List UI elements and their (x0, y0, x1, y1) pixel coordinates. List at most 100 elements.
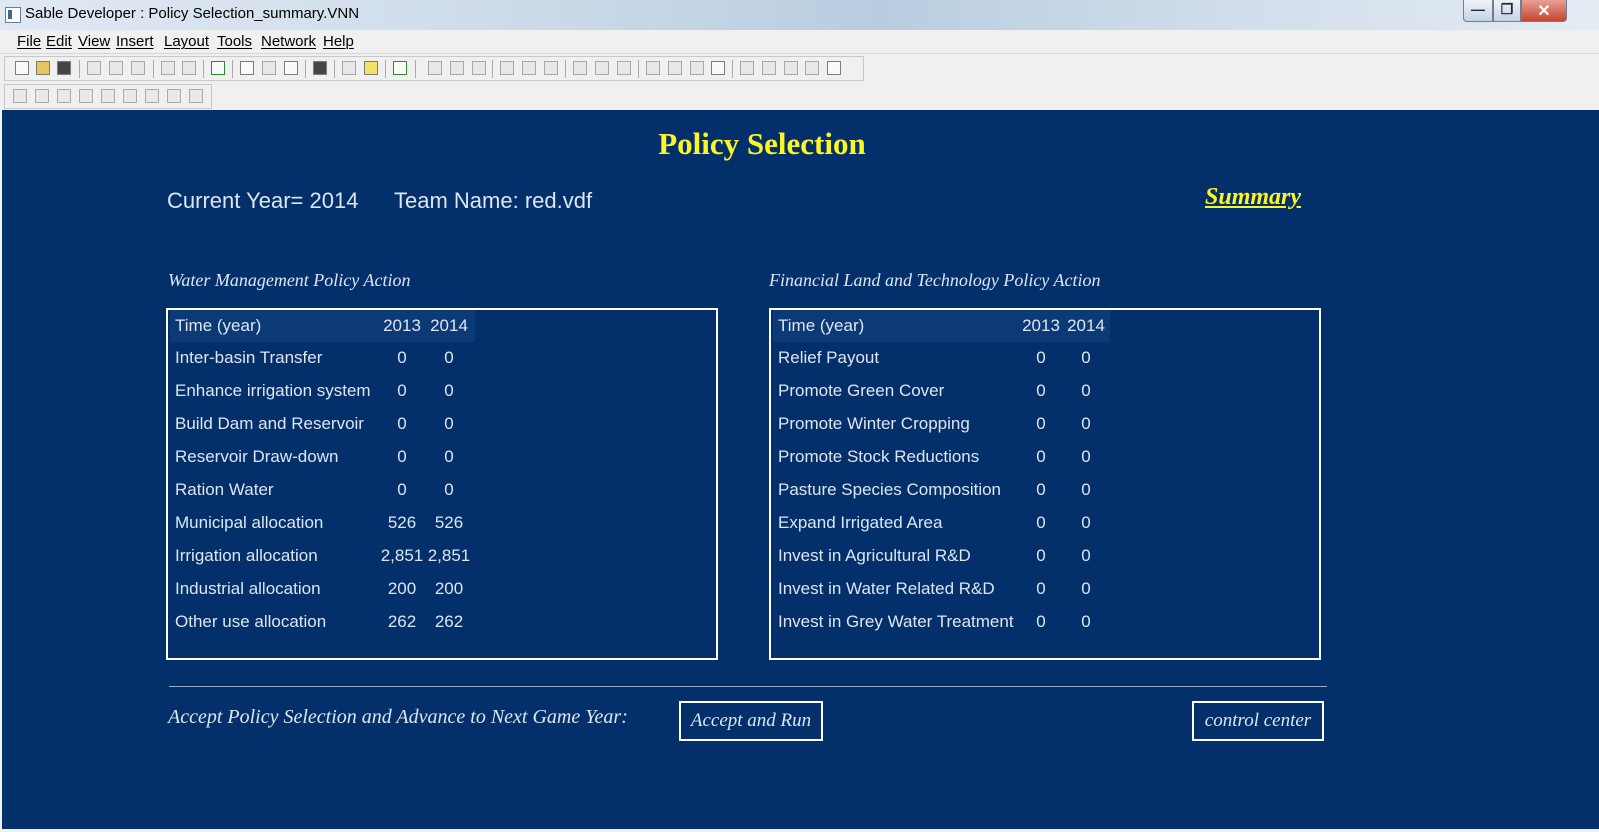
row-value-2014: 0 (1081, 546, 1091, 565)
finance-policy-table: Time (year) 2013 2014 Relief Payout 0 0 … (769, 308, 1321, 660)
table-header-row: Time (year) 2013 2014 (170, 310, 475, 342)
close-button[interactable]: ✕ (1521, 0, 1567, 22)
back-arrow-icon[interactable] (161, 61, 175, 75)
toolbar-separator (79, 60, 80, 78)
same-width-icon[interactable] (145, 89, 159, 103)
toolbar-separator (415, 60, 416, 78)
row-value-2014: 2,851 (427, 546, 471, 565)
summary-link[interactable]: Summary (1205, 184, 1301, 211)
forward-arrow-icon[interactable] (182, 61, 196, 75)
new-file-icon[interactable] (15, 61, 29, 75)
list-tool-icon[interactable] (762, 61, 776, 75)
row-value-2013: 0 (1036, 579, 1046, 598)
paste-icon[interactable] (131, 61, 145, 75)
sound-tool-icon[interactable] (784, 61, 798, 75)
link-tool-icon[interactable] (740, 61, 754, 75)
table-tool-icon[interactable] (522, 61, 536, 75)
radio-tool-icon[interactable] (472, 61, 486, 75)
menu-network[interactable]: Network (261, 33, 316, 50)
print-icon[interactable] (313, 61, 327, 75)
rectangle-tool-icon[interactable] (595, 61, 609, 75)
run-refresh-icon[interactable] (393, 61, 407, 75)
row-value-2013: 2,851 (380, 546, 424, 565)
maximize-button[interactable]: ❐ (1493, 0, 1521, 22)
row-value-2013: 0 (1036, 381, 1046, 400)
table-row: Enhance irrigation system 0 0 (170, 375, 475, 407)
cut-icon[interactable] (87, 61, 101, 75)
row-value-2013: 0 (1036, 546, 1046, 565)
align-right-icon[interactable] (35, 89, 49, 103)
menu-edit[interactable]: Edit (46, 33, 72, 50)
menu-view[interactable]: View (78, 33, 110, 50)
row-value-2014: 262 (434, 612, 464, 631)
graph-tool-icon[interactable] (690, 61, 704, 75)
menu-tools[interactable]: Tools (217, 33, 252, 50)
row-value-2013: 262 (387, 612, 417, 631)
menu-file[interactable]: File (17, 33, 41, 50)
save-icon[interactable] (57, 61, 71, 75)
play-tool-icon[interactable] (827, 61, 841, 75)
table-row: Pasture Species Composition 0 0 (773, 474, 1110, 506)
menu-insert[interactable]: Insert (116, 33, 154, 50)
align-top-icon[interactable] (57, 89, 71, 103)
row-value-2014: 0 (444, 348, 454, 367)
space-horizontal-icon[interactable] (167, 89, 181, 103)
row-value-2014: 0 (1081, 447, 1091, 466)
crop-icon[interactable] (262, 61, 276, 75)
slider-tool-icon[interactable] (500, 61, 514, 75)
context-help-icon[interactable] (342, 61, 356, 75)
row-label: Expand Irrigated Area (778, 513, 943, 532)
frame-tool-icon[interactable] (617, 61, 631, 75)
menu-help[interactable]: Help (323, 33, 354, 50)
table-row: Municipal allocation 526 526 (170, 507, 475, 539)
align-bottom-icon[interactable] (79, 89, 93, 103)
row-value-2014: 200 (434, 579, 464, 598)
grid-tool-icon[interactable] (544, 61, 558, 75)
text-field-tool-icon[interactable] (573, 61, 587, 75)
font-tool-icon[interactable] (646, 61, 660, 75)
button-tool-icon[interactable] (428, 61, 442, 75)
control-center-button[interactable]: control center (1192, 701, 1324, 741)
row-value-2013: 0 (397, 414, 407, 433)
row-value-2014: 0 (1081, 612, 1091, 631)
column-header-label: Time (year) (778, 316, 865, 335)
minimize-button[interactable]: — (1463, 0, 1493, 22)
close-icon: ✕ (1537, 3, 1551, 20)
image-tool-icon[interactable] (805, 61, 819, 75)
policy-panel: Policy Selection Current Year= 2014 Team… (2, 110, 1599, 829)
menu-bar: File Edit View Insert Layout Tools Netwo… (0, 30, 1599, 54)
column-header-2013: 2013 (383, 316, 421, 335)
table-row: Promote Green Cover 0 0 (773, 375, 1110, 407)
space-vertical-icon[interactable] (189, 89, 203, 103)
same-height-icon[interactable] (123, 89, 137, 103)
pointer-icon[interactable] (240, 61, 254, 75)
table-row: Promote Winter Cropping 0 0 (773, 408, 1110, 440)
panel-tool-icon[interactable] (711, 61, 725, 75)
copy-icon[interactable] (109, 61, 123, 75)
menu-layout[interactable]: Layout (164, 33, 209, 50)
row-value-2014: 0 (444, 447, 454, 466)
window-icon[interactable] (284, 61, 298, 75)
help-icon[interactable] (364, 61, 378, 75)
table-row: Invest in Water Related R&D 0 0 (773, 573, 1110, 605)
row-label: Promote Stock Reductions (778, 447, 980, 466)
row-label: Reservoir Draw-down (175, 447, 339, 466)
toolbar-separator (638, 60, 639, 78)
row-value-2014: 0 (1081, 579, 1091, 598)
row-value-2013: 0 (397, 447, 407, 466)
palette-tool-icon[interactable] (668, 61, 682, 75)
column-header-2014: 2014 (430, 316, 468, 335)
align-left-icon[interactable] (13, 89, 27, 103)
table-row: Ration Water 0 0 (170, 474, 475, 506)
center-icon[interactable] (101, 89, 115, 103)
finance-section-title: Financial Land and Technology Policy Act… (769, 270, 1101, 290)
window-title-bar: Sable Developer : Policy Selection_summa… (0, 0, 1599, 30)
toolbar-separator (385, 60, 386, 78)
refresh-icon[interactable] (211, 61, 225, 75)
row-label: Promote Winter Cropping (778, 414, 970, 433)
checkbox-tool-icon[interactable] (450, 61, 464, 75)
open-folder-icon[interactable] (36, 61, 50, 75)
table-row: Irrigation allocation 2,851 2,851 (170, 540, 475, 572)
accept-and-run-button[interactable]: Accept and Run (679, 701, 823, 741)
row-value-2014: 0 (444, 381, 454, 400)
